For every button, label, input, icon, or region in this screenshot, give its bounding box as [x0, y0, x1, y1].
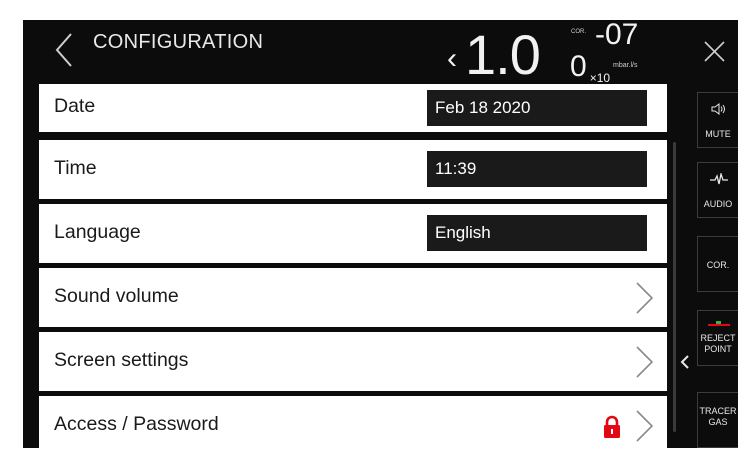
chevron-right-icon [636, 282, 654, 314]
settings-row-access-password[interactable]: Access / Password [39, 396, 667, 448]
settings-row-screen-settings[interactable]: Screen settings [39, 332, 667, 391]
row-label-sound-volume: Sound volume [54, 285, 179, 307]
row-label-language: Language [54, 221, 141, 243]
language-value-field[interactable]: English [427, 215, 647, 251]
row-label-date: Date [54, 95, 96, 117]
reject-point-button[interactable]: REJECT POINT [697, 310, 738, 366]
settings-row-language[interactable]: Language English [39, 204, 667, 263]
list-scrollbar[interactable] [673, 142, 676, 432]
lock-icon [604, 415, 620, 438]
settings-row-sound-volume[interactable]: Sound volume [39, 268, 667, 327]
cor-button[interactable]: COR. [697, 236, 738, 292]
reject-label-line1: REJECT [700, 333, 736, 343]
audio-button[interactable]: AUDIO [697, 162, 738, 218]
device-screen: CONFIGURATION ‹ 1.0 COR. -07 0 ×10 mbar.l… [23, 20, 738, 448]
mute-label: MUTE [705, 129, 731, 139]
speaker-icon [711, 103, 725, 115]
tracer-gas-button[interactable]: TRACER GAS [697, 392, 738, 448]
row-label-screen-settings: Screen settings [54, 349, 189, 371]
mute-button[interactable]: MUTE [697, 92, 738, 148]
audio-label: AUDIO [703, 199, 733, 209]
date-value-field[interactable]: Feb 18 2020 [427, 90, 647, 126]
reject-point-icon [708, 321, 730, 326]
cor-label: COR. [706, 260, 730, 270]
chevron-right-icon [636, 410, 654, 442]
tracer-label-line1: TRACER [699, 406, 737, 416]
chevron-left-icon[interactable] [679, 352, 691, 372]
close-icon[interactable] [691, 20, 738, 84]
time-value-field[interactable]: 11:39 [427, 151, 647, 187]
settings-list: Date Feb 18 2020 Time 11:39 Language Eng… [39, 20, 667, 448]
settings-row-time[interactable]: Time 11:39 [39, 140, 667, 199]
tracer-label-line2: GAS [708, 417, 728, 427]
row-label-time: Time [54, 157, 97, 179]
chevron-right-icon [636, 346, 654, 378]
waveform-icon [710, 173, 728, 185]
reject-label-line2: POINT [704, 344, 732, 354]
settings-row-date[interactable]: Date Feb 18 2020 [39, 84, 667, 132]
row-label-access-password: Access / Password [54, 413, 219, 435]
